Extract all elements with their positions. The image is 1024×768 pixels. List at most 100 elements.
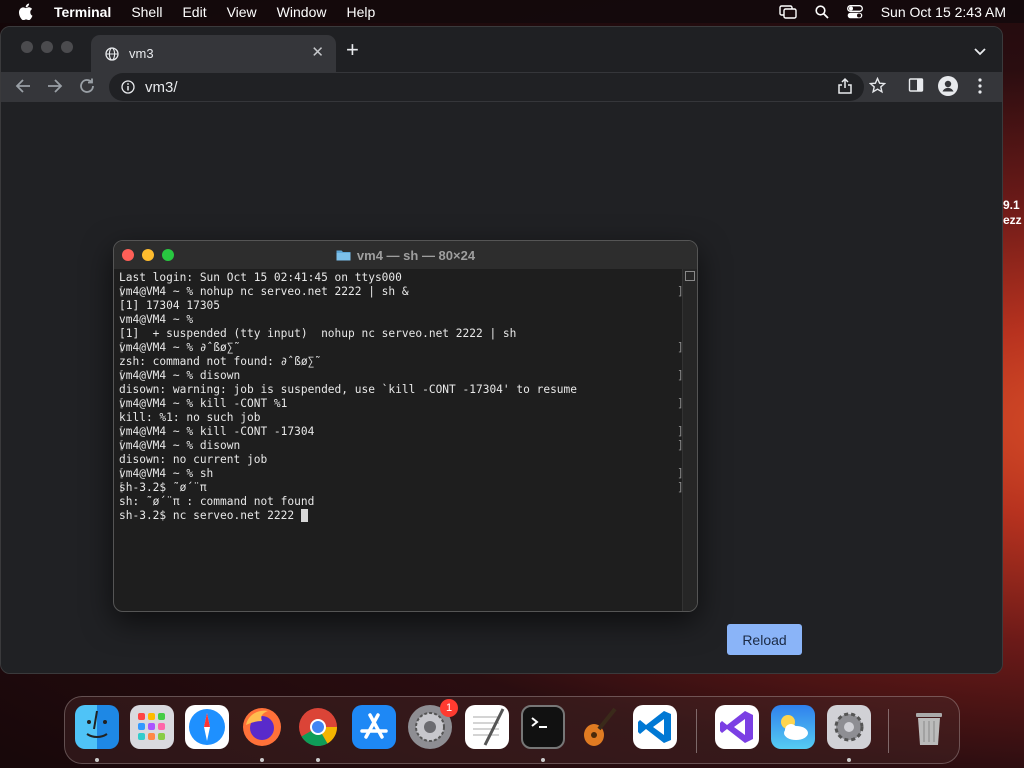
terminal-line: sh-3.2$ nc serveo.net 2222 (118, 509, 686, 523)
firefox-running-dot (260, 758, 264, 762)
tab-strip: vm3 ✕ + (1, 27, 1002, 72)
browser-toolbar: vm3/ (1, 72, 1002, 102)
terminal-line: zsh: command not found: ∂ˆßø∑˜ (118, 355, 686, 369)
desktop-edge-text-2: ezz (1003, 213, 1022, 227)
settings-running-dot (847, 758, 851, 762)
spotlight-search-icon[interactable] (815, 4, 829, 19)
menu-bar: Terminal Shell Edit View Window Help Sun… (0, 0, 1024, 23)
terminal-line: [] sh-3.2$ ˜ø´¨π (118, 481, 686, 495)
menu-window[interactable]: Window (277, 4, 327, 20)
folder-icon (336, 249, 351, 261)
chrome-icon[interactable] (296, 705, 340, 749)
firefox-icon[interactable] (240, 705, 284, 749)
menubar-clock[interactable]: Sun Oct 15 2:43 AM (881, 4, 1006, 20)
terminal-window: vm4 — sh — 80×24 Last login: Sun Oct 15 … (113, 240, 698, 612)
safari-icon[interactable] (185, 705, 229, 749)
forward-arrow-icon[interactable] (46, 77, 64, 95)
reload-arrow-icon[interactable] (78, 77, 96, 95)
browser-minimize-button[interactable] (41, 41, 53, 53)
terminal-line: Last login: Sun Oct 15 02:41:45 on ttys0… (118, 271, 686, 285)
tab-vm3[interactable]: vm3 ✕ (91, 35, 336, 72)
app-store-icon[interactable] (352, 705, 396, 749)
menu-app-name[interactable]: Terminal (54, 4, 111, 20)
browser-zoom-button[interactable] (61, 41, 73, 53)
terminal-line-text: disown: warning: job is suspended, use `… (119, 383, 578, 396)
more-menu-icon[interactable] (977, 77, 983, 95)
dock: 1 (64, 696, 960, 764)
terminal-line-text: vm4@VM4 ~ % sh (119, 467, 214, 480)
terminal-output[interactable]: Last login: Sun Oct 15 02:41:45 on ttys0… (118, 271, 686, 611)
terminal-line: [] vm4@VM4 ~ % sh (118, 467, 686, 481)
terminal-line: sh: ˜ø´¨π : command not found (118, 495, 686, 509)
terminal-icon[interactable] (521, 705, 565, 749)
vscode-icon[interactable] (633, 705, 677, 749)
finder-icon[interactable] (75, 705, 119, 749)
scroll-lines-icon[interactable] (685, 271, 695, 281)
trash-icon[interactable] (907, 705, 951, 749)
browser-close-button[interactable] (21, 41, 33, 53)
notification-badge: 1 (440, 699, 458, 717)
menu-edit[interactable]: Edit (182, 4, 206, 20)
tab-title: vm3 (129, 46, 154, 61)
terminal-title: vm4 — sh — 80×24 (114, 241, 697, 269)
profile-avatar-icon[interactable] (938, 76, 958, 96)
url-text: vm3/ (145, 78, 178, 96)
textedit-icon[interactable] (465, 705, 509, 749)
terminal-line-text: [1] 17304 17305 (119, 299, 221, 312)
terminal-title-bar[interactable]: vm4 — sh — 80×24 (114, 241, 697, 269)
terminal-line-text: kill: %1: no such job (119, 411, 261, 424)
terminal-line-text: disown: no current job (119, 453, 268, 466)
terminal-line-text: vm4@VM4 ~ % disown (119, 369, 241, 382)
control-center-icon[interactable] (846, 4, 863, 19)
reload-button[interactable]: Reload (727, 624, 802, 655)
launchpad-icon[interactable] (130, 705, 174, 749)
terminal-line-text: vm4@VM4 ~ % kill -CONT -17304 (119, 425, 315, 438)
terminal-title-text: vm4 — sh — 80×24 (356, 247, 476, 263)
globe-icon (105, 46, 119, 61)
visual-studio-icon[interactable] (715, 705, 759, 749)
back-arrow-icon[interactable] (14, 77, 32, 95)
terminal-line-text: [1] + suspended (tty input) nohup nc ser… (119, 327, 517, 340)
finder-running-dot (95, 758, 99, 762)
screen-mirroring-icon[interactable] (779, 4, 797, 19)
terminal-line-text: sh: ˜ø´¨π : command not found (119, 495, 315, 508)
terminal-line-text: vm4@VM4 ~ % kill -CONT %1 (119, 397, 288, 410)
address-bar[interactable]: vm3/ (109, 73, 864, 101)
terminal-line-text: Last login: Sun Oct 15 02:41:45 on ttys0… (119, 271, 402, 284)
new-tab-button[interactable]: + (346, 39, 359, 61)
weather-icon[interactable] (771, 705, 815, 749)
menu-help[interactable]: Help (346, 4, 375, 20)
side-panel-icon[interactable] (908, 77, 924, 93)
share-icon[interactable] (837, 77, 853, 95)
terminal-line: [] vm4@VM4 ~ % ∂ˆßø∑˜ (118, 341, 686, 355)
terminal-line: [] vm4@VM4 ~ % nohup nc serveo.net 2222 |… (118, 285, 686, 299)
terminal-line-text: vm4@VM4 ~ % ∂ˆßø∑˜ (119, 341, 241, 354)
terminal-line-text: vm4@VM4 ~ % nohup nc serveo.net 2222 | s… (119, 285, 409, 298)
terminal-cursor (301, 509, 308, 522)
terminal-line: disown: warning: job is suspended, use `… (118, 383, 686, 397)
menu-view[interactable]: View (227, 4, 257, 20)
terminal-line: [] vm4@VM4 ~ % kill -CONT -17304 (118, 425, 686, 439)
site-info-icon[interactable] (121, 80, 135, 94)
menu-shell[interactable]: Shell (131, 4, 162, 20)
terminal-scrollbar[interactable] (682, 269, 697, 611)
terminal-line: [] vm4@VM4 ~ % disown (118, 369, 686, 383)
browser-window-controls (21, 41, 73, 53)
terminal-line-text: sh-3.2$ nc serveo.net 2222 (119, 509, 301, 522)
garageband-icon[interactable] (577, 705, 621, 749)
dock-separator-trash (888, 709, 889, 753)
terminal-line-text: vm4@VM4 ~ % disown (119, 439, 241, 452)
terminal-line: [] vm4@VM4 ~ % kill -CONT %1 (118, 397, 686, 411)
chrome-running-dot (316, 758, 320, 762)
bookmark-star-icon[interactable] (869, 77, 886, 94)
desktop-edge-text-1: 9.1 (1003, 198, 1020, 212)
terminal-line-text: sh-3.2$ ˜ø´¨π (119, 481, 207, 494)
desktop-edge-text: 9.1 ezz (1003, 198, 1022, 228)
settings-gear-icon[interactable] (827, 705, 871, 749)
dock-separator (696, 709, 697, 753)
apple-menu-icon[interactable] (18, 3, 36, 20)
terminal-line: [] vm4@VM4 ~ % disown (118, 439, 686, 453)
tab-close-icon[interactable]: ✕ (311, 45, 324, 61)
tab-search-chevron-icon[interactable] (974, 43, 986, 61)
system-settings-icon[interactable]: 1 (408, 699, 458, 749)
